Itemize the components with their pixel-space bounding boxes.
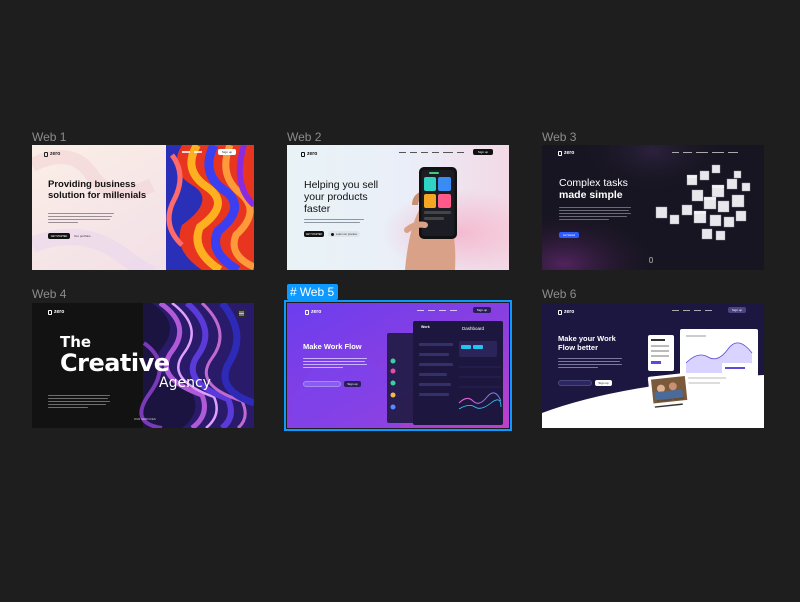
web-6-logo[interactable]: zero: [558, 309, 574, 315]
web-5-signup-nav-button[interactable]: Sign up: [473, 307, 491, 313]
web-3-nav-link[interactable]: [683, 152, 692, 154]
web-5-background-art: [287, 303, 509, 428]
web-6-paragraph-line: [558, 364, 622, 366]
web-4-paragraph-line: [48, 407, 88, 409]
web-2-signup-button[interactable]: Sign up: [473, 149, 493, 155]
web-6-nav-link[interactable]: [705, 310, 712, 312]
web-3-nav-link[interactable]: [696, 152, 708, 154]
web-3-nav-link[interactable]: [728, 152, 738, 154]
web-1-nav-link[interactable]: [194, 151, 202, 153]
web-3-headline-line-1: Complex tasks: [559, 177, 628, 189]
web-5-headline: Make Work Flow: [303, 342, 362, 351]
web-2-nav: [399, 152, 464, 154]
frame-web-5[interactable]: zero Sign up Work Dashboard Make Work Fl…: [284, 300, 512, 431]
web-2-nav-link[interactable]: [399, 152, 406, 154]
frame-web-1[interactable]: zero Sign up Providing business solution…: [32, 145, 254, 270]
web-3-headline-line-2: made simple: [559, 189, 623, 201]
web-4-paragraph-line: [48, 404, 106, 406]
web-4-services-link[interactable]: OUR SERVICES: [134, 418, 156, 421]
web-2-nav-link[interactable]: [432, 152, 439, 154]
web-6-email-input[interactable]: [558, 380, 592, 386]
web-6-nav-link[interactable]: [694, 310, 701, 312]
web-6-paragraph-line: [558, 361, 620, 363]
web-3-nav-link[interactable]: [672, 152, 679, 154]
web-2-secondary-button[interactable]: Learn our process: [328, 231, 360, 237]
frame-label-web-6[interactable]: Web 6: [542, 287, 576, 301]
web-2-cta-button[interactable]: GET STARTED: [304, 231, 324, 237]
frame-label-web-1[interactable]: Web 1: [32, 130, 66, 144]
web-4-headline-line-3: Agency: [159, 375, 211, 391]
web-2-nav-link[interactable]: [443, 152, 453, 154]
web-1-paragraph-line: [48, 222, 78, 224]
frame-label-web-4[interactable]: Web 4: [32, 287, 66, 301]
web-2-headline: Helping you sell your products faster: [304, 179, 379, 216]
web-3-nav: [672, 152, 738, 154]
frame-web-2[interactable]: zero Sign up Helping you sell your produ…: [287, 145, 509, 270]
web-6-nav: [672, 310, 712, 312]
web-2-nav-link[interactable]: [421, 152, 428, 154]
web-6-paragraph-line: [558, 358, 622, 360]
web-5-email-input[interactable]: [303, 381, 341, 387]
web-5-logo[interactable]: zero: [305, 309, 321, 315]
web-1-headline: Providing business solution for millenia…: [48, 179, 147, 201]
web-1-nav-link[interactable]: [182, 151, 190, 153]
frame-web-3[interactable]: zero Complex tasks made simple Get Start…: [542, 145, 764, 270]
web-4-logo[interactable]: zero: [48, 309, 64, 315]
play-icon: [331, 232, 334, 236]
web-1-signup-button[interactable]: Sign up: [218, 149, 236, 155]
web-2-nav-link[interactable]: [457, 152, 464, 154]
frame-label-web-2[interactable]: Web 2: [287, 130, 321, 144]
web-4-headline-line-2: Creative: [60, 349, 170, 377]
web-3-logo[interactable]: zero: [558, 150, 574, 156]
web-4-paragraph-line: [48, 395, 110, 397]
web-5-nav-link[interactable]: [439, 310, 446, 312]
web-2-nav-link[interactable]: [410, 152, 417, 154]
web-4-paragraph-line: [48, 398, 108, 400]
web-3-paragraph-line: [559, 219, 609, 221]
web-5-paragraph-line: [303, 358, 367, 360]
web-1-secondary-link[interactable]: Our portfolio: [74, 234, 91, 238]
web-3-cta-button[interactable]: Get Started: [559, 232, 579, 238]
web-3-paragraph-line: [559, 210, 629, 212]
web-1-nav: [182, 151, 202, 153]
frame-label-web-5[interactable]: # Web 5: [287, 284, 339, 300]
web-5-paragraph-line: [303, 364, 367, 366]
web-5-cta-button[interactable]: Sign up: [344, 381, 361, 387]
web-3-paragraph-line: [559, 216, 627, 218]
web-6-paragraph-line: [558, 367, 598, 369]
web-6-nav-link[interactable]: [672, 310, 679, 312]
web-5-nav-link[interactable]: [428, 310, 435, 312]
web-1-background-art: [32, 145, 254, 270]
web-1-logo[interactable]: zero: [44, 151, 60, 157]
web-1-cta-button[interactable]: GET STARTED: [48, 233, 70, 239]
web-5-paragraph-line: [303, 367, 343, 369]
web-2-paragraph-line: [304, 222, 360, 224]
web-6-cta-button[interactable]: Sign up: [595, 380, 612, 386]
frame-label-web-3[interactable]: Web 3: [542, 130, 576, 144]
web-3-paragraph-line: [559, 207, 631, 209]
web-6-background-art: [542, 303, 764, 428]
web-2-paragraph-line: [304, 219, 364, 221]
scroll-mouse-icon: [649, 257, 653, 263]
web-5-paragraph-line: [303, 361, 365, 363]
web-1-paragraph-line: [48, 216, 112, 218]
web-5-nav: [417, 310, 457, 312]
web-5-nav-link[interactable]: [417, 310, 424, 312]
web-6-headline: Make your Work Flow better: [558, 334, 616, 352]
web-5-nav-link[interactable]: [450, 310, 457, 312]
hash-icon: #: [290, 285, 297, 299]
web-4-paragraph-line: [48, 401, 110, 403]
web-5-panel-left-title: Work: [421, 325, 430, 329]
web-1-paragraph-line: [48, 219, 110, 221]
menu-icon[interactable]: [237, 309, 246, 318]
web-6-nav-link[interactable]: [683, 310, 690, 312]
web-2-logo[interactable]: zero: [301, 151, 317, 157]
web-6-signup-nav-button[interactable]: Sign up: [728, 307, 746, 313]
web-3-paragraph-line: [559, 213, 631, 215]
web-1-paragraph-line: [48, 213, 114, 215]
frame-web-4[interactable]: zero The Creative Agency OUR SERVICES: [32, 303, 254, 428]
web-5-panel-title: Dashboard: [462, 326, 485, 331]
web-3-nav-link[interactable]: [712, 152, 724, 154]
frame-web-6[interactable]: 20 Employees Completed zero Sign up Make…: [542, 303, 764, 428]
